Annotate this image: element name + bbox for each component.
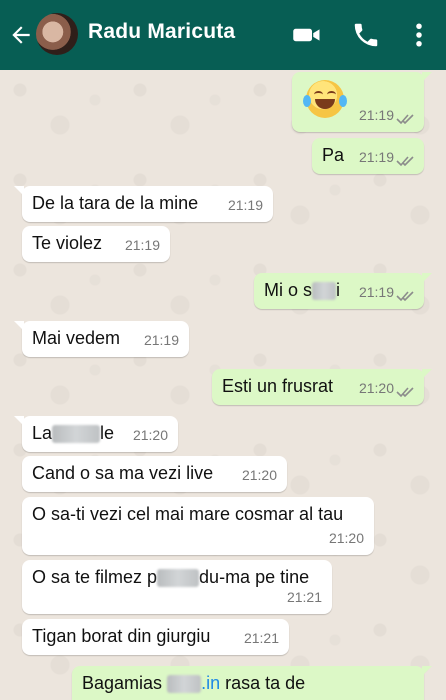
message-text: La bbox=[32, 423, 53, 443]
message-text-end: rasa ta de bbox=[225, 673, 306, 693]
message-incoming[interactable]: La le 21:20 bbox=[14, 416, 178, 452]
message-time: 21:19 bbox=[358, 107, 394, 123]
phone-icon[interactable] bbox=[351, 20, 381, 50]
message-incoming[interactable]: Te violez 21:19 bbox=[22, 226, 170, 262]
chat-header: Radu Maricuta bbox=[0, 0, 446, 70]
message-text: Tigan borat din giurgiu bbox=[32, 626, 211, 646]
message-text: De la tara de la mine bbox=[32, 193, 199, 213]
message-time: 21:20 bbox=[132, 427, 168, 443]
message-incoming[interactable]: Tigan borat din giurgiu 21:21 bbox=[22, 619, 289, 655]
message-text: Esti un frusrat bbox=[222, 376, 334, 396]
message-link[interactable]: .in bbox=[201, 673, 220, 693]
tears-of-joy-emoji-icon bbox=[303, 80, 347, 118]
chat-area: 21:19 Pa 21:19 De la tara de la mine 21:… bbox=[0, 70, 446, 700]
message-text: O sa te filmez p bbox=[32, 567, 158, 587]
message-time: 21:19 bbox=[358, 284, 394, 300]
message-time: 21:21 bbox=[286, 589, 322, 605]
message-time: 21:20 bbox=[241, 467, 277, 483]
message-incoming[interactable]: Mai vedem 21:19 bbox=[14, 321, 189, 357]
message-outgoing[interactable]: Mi o s i 21:19 bbox=[254, 273, 432, 309]
message-text: Mi o s bbox=[264, 280, 313, 300]
redacted-blur bbox=[312, 282, 337, 301]
message-text: Bagamias bbox=[82, 673, 163, 693]
redacted-blur bbox=[52, 425, 101, 444]
message-text-end: i bbox=[336, 280, 341, 300]
message-outgoing[interactable]: Bagamias .in rasa ta de bbox=[72, 666, 432, 700]
message-text: Cand o sa ma vezi live bbox=[32, 463, 214, 483]
message-time: 21:20 bbox=[358, 380, 394, 396]
message-incoming[interactable]: O sa-ti vezi cel mai mare cosmar al tau … bbox=[22, 497, 374, 555]
message-time: 21:19 bbox=[143, 332, 179, 348]
avatar[interactable] bbox=[36, 13, 78, 55]
message-time: 21:20 bbox=[328, 530, 364, 546]
redacted-blur bbox=[167, 675, 202, 694]
back-arrow-icon[interactable] bbox=[8, 22, 34, 48]
double-check-icon bbox=[396, 387, 414, 398]
message-outgoing[interactable]: Pa 21:19 bbox=[312, 138, 424, 174]
redacted-blur bbox=[157, 569, 200, 588]
message-text-end: du-ma pe tine bbox=[199, 567, 310, 587]
message-outgoing[interactable]: Esti un frusrat 21:20 bbox=[212, 369, 432, 405]
message-text: Mai vedem bbox=[32, 328, 121, 348]
more-options-icon[interactable] bbox=[404, 20, 434, 50]
message-text: Pa bbox=[322, 145, 345, 165]
message-incoming[interactable]: Cand o sa ma vezi live 21:20 bbox=[22, 456, 287, 492]
double-check-icon bbox=[396, 291, 414, 302]
message-incoming[interactable]: O sa te filmez p du-ma pe tine 21:21 bbox=[22, 560, 332, 614]
message-text-end: le bbox=[100, 423, 115, 443]
message-time: 21:19 bbox=[124, 237, 160, 253]
message-outgoing[interactable]: 21:19 bbox=[292, 72, 432, 132]
message-time: 21:19 bbox=[358, 149, 394, 165]
message-time: 21:21 bbox=[243, 630, 279, 646]
double-check-icon bbox=[396, 156, 414, 167]
message-text: O sa-ti vezi cel mai mare cosmar al tau bbox=[32, 504, 344, 524]
message-text: Te violez bbox=[32, 233, 103, 253]
message-time: 21:19 bbox=[227, 197, 263, 213]
video-call-icon[interactable] bbox=[292, 20, 322, 50]
message-incoming[interactable]: De la tara de la mine 21:19 bbox=[14, 186, 273, 222]
contact-name[interactable]: Radu Maricuta bbox=[88, 20, 235, 44]
double-check-icon bbox=[396, 114, 414, 125]
